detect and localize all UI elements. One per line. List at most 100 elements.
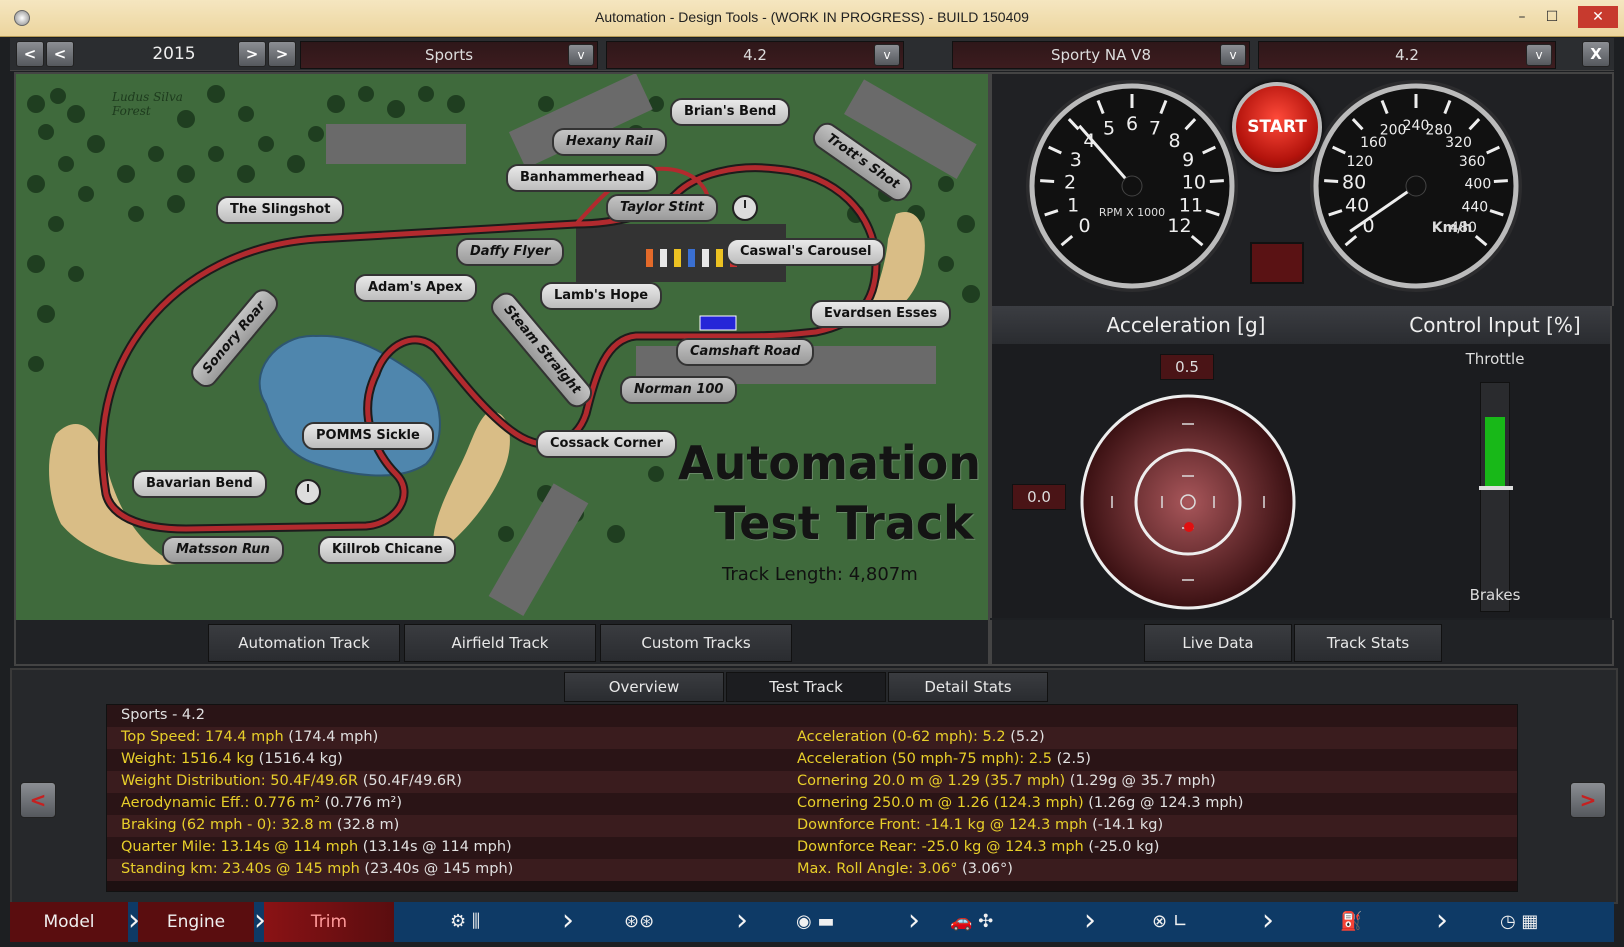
maximize-button[interactable]: ☐ (1540, 6, 1564, 28)
close-window-button[interactable]: ✕ (1578, 6, 1618, 28)
stats-row: Weight Distribution: 50.4F/49.6R (50.4F/… (107, 771, 1517, 793)
stat-label: Cornering 20.0 m @ 1.29 (35.7 mph) (797, 773, 1066, 789)
stat-value: (32.8 m) (332, 817, 400, 833)
gauge-tick-label: 6 (1126, 113, 1138, 135)
corner-label: Taylor Stint (606, 194, 718, 222)
stats-panel: Overview Test Track Detail Stats < > Spo… (10, 668, 1618, 904)
start-button[interactable]: START (1232, 82, 1322, 172)
gauge-tick-label: 3 (1070, 149, 1082, 171)
engine-select[interactable]: Sporty NA V8 v (952, 41, 1250, 69)
car-body-icon[interactable]: ◉ ▬ (796, 912, 834, 932)
stat-item: Weight: 1516.4 kg (1516.4 kg) (121, 751, 343, 767)
acceleration-panel: 0.5 0.0 (990, 344, 1380, 618)
acceleration-title: Acceleration [g] (990, 306, 1380, 344)
chevron-right-icon: › (736, 903, 748, 938)
stat-label: Acceleration (0-62 mph): 5.2 (797, 729, 1006, 745)
speedometer: 04080120160200240280320360400440480 Km/h (1310, 80, 1522, 292)
tab-custom-tracks[interactable]: Custom Tracks (600, 624, 792, 662)
corner-label: Adam's Apex (354, 274, 477, 302)
minimize-button[interactable]: – (1510, 6, 1534, 28)
stats-table: Sports - 4.2 Top Speed: 174.4 mph (174.4… (106, 704, 1518, 892)
chevron-right-icon: › (1084, 903, 1096, 938)
year-label: 2015 (152, 44, 196, 64)
year-last-button[interactable]: > (268, 41, 296, 67)
steering-wheel-icon[interactable]: ⊗ ∟ (1152, 912, 1188, 932)
corner-label: Hexany Rail (552, 128, 667, 156)
stat-item: Quarter Mile: 13.14s @ 114 mph (13.14s @… (121, 839, 512, 855)
tab-airfield-track[interactable]: Airfield Track (404, 624, 596, 662)
tab-detail-stats[interactable]: Detail Stats (888, 672, 1048, 702)
tab-track-stats[interactable]: Track Stats (1294, 624, 1442, 662)
track-map: Ludus Silva Forest Brian's Bend Hexany R… (14, 72, 990, 622)
chevron-right-icon: › (562, 903, 574, 938)
gauge-tick-label: 400 (1465, 176, 1492, 192)
model-trim-select-value: 4.2 (743, 46, 767, 64)
stat-item: Cornering 20.0 m @ 1.29 (35.7 mph) (1.29… (797, 773, 1216, 789)
corner-label: Matsson Run (162, 536, 284, 564)
next-page-button[interactable]: > (1570, 782, 1606, 818)
stat-label: Quarter Mile: 13.14s @ 114 mph (121, 839, 359, 855)
gauge-tick-label: 5 (1103, 117, 1115, 139)
brakes-label: Brakes (1469, 586, 1521, 604)
control-input-panel: Throttle Brakes (1380, 344, 1612, 618)
stat-value: (13.14s @ 114 mph) (358, 839, 512, 855)
chevron-down-icon[interactable]: v (1526, 44, 1552, 66)
stat-label: Aerodynamic Eff.: 0.776 m² (121, 795, 321, 811)
stat-value: (1516.4 kg) (253, 751, 343, 767)
throttle-bar (1479, 382, 1513, 612)
car-aero-icon[interactable]: 🚗 ✣ (950, 912, 993, 932)
fuel-tank-icon[interactable]: ⛽ (1340, 912, 1362, 932)
tab-automation-track[interactable]: Automation Track (208, 624, 400, 662)
chevron-down-icon[interactable]: v (874, 44, 900, 66)
model-select[interactable]: Sports v (300, 41, 598, 69)
stat-label: Weight: 1516.4 kg (121, 751, 254, 767)
stat-item: Weight Distribution: 50.4F/49.6R (50.4F/… (121, 773, 462, 789)
tab-overview[interactable]: Overview (564, 672, 724, 702)
tab-test-track[interactable]: Test Track (726, 672, 886, 702)
nav-model[interactable]: Model (10, 902, 128, 942)
tab-live-data[interactable]: Live Data (1144, 624, 1292, 662)
stat-item: Acceleration (0-62 mph): 5.2 (5.2) (797, 729, 1045, 745)
stats-row: Standing km: 23.40s @ 145 mph (23.40s @ … (107, 859, 1517, 881)
gauge-tick (1209, 179, 1224, 183)
stats-row: Top Speed: 174.4 mph (174.4 mph) Acceler… (107, 727, 1517, 749)
engine-trim-select[interactable]: 4.2 v (1258, 41, 1556, 69)
g-force-circle (1080, 394, 1296, 610)
gauge-tick (1493, 179, 1508, 183)
stat-value: (174.4 mph) (283, 729, 379, 745)
prev-page-button[interactable]: < (20, 782, 56, 818)
stats-heading: Sports - 4.2 (121, 707, 205, 723)
stat-item: Cornering 250.0 m @ 1.26 (124.3 mph) (1.… (797, 795, 1243, 811)
gauge-tick-label: 80 (1342, 171, 1366, 193)
stat-item: Acceleration (50 mph-75 mph): 2.5 (2.5) (797, 751, 1091, 767)
g-force-dot (1184, 522, 1194, 532)
year-next-button[interactable]: > (238, 41, 266, 67)
throttle-fill (1485, 417, 1505, 486)
model-trim-select[interactable]: 4.2 v (606, 41, 904, 69)
stat-item: Downforce Rear: -25.0 kg @ 124.3 mph (-2… (797, 839, 1159, 855)
gear-shift-icon[interactable]: ⚙ ⫼ (450, 912, 480, 932)
stat-value: (1.29g @ 35.7 mph) (1065, 773, 1216, 789)
stat-value: (23.40s @ 145 mph) (359, 861, 514, 877)
close-panel-button[interactable]: X (1582, 41, 1610, 67)
corner-label: Camshaft Road (676, 338, 815, 366)
year-first-button[interactable]: < (16, 41, 44, 67)
gauge-tick-label: 1 (1067, 195, 1079, 217)
nav-engine[interactable]: Engine (138, 902, 254, 942)
window-titlebar: Automation - Design Tools - (WORK IN PRO… (0, 0, 1624, 37)
map-title-line2: Test Track (714, 496, 974, 550)
stat-value: (-25.0 kg) (1083, 839, 1160, 855)
stopwatch-flag-icon[interactable]: ◷ ▦ (1500, 912, 1538, 932)
wheels-icon[interactable]: ⊛⊛ (624, 912, 654, 932)
gauge-tick-label: 120 (1346, 154, 1373, 170)
chevron-down-icon[interactable]: v (568, 44, 594, 66)
building (326, 124, 466, 164)
nav-trim[interactable]: Trim (264, 902, 394, 942)
year-prev-button[interactable]: < (46, 41, 74, 67)
gauge-tick-label: 440 (1461, 200, 1488, 216)
gauge-tick-label: 8 (1169, 130, 1181, 152)
stat-value: (3.06°) (957, 861, 1013, 877)
corner-label: Evardsen Esses (810, 300, 952, 328)
track-length: Track Length: 4,807m (722, 564, 918, 585)
chevron-down-icon[interactable]: v (1220, 44, 1246, 66)
